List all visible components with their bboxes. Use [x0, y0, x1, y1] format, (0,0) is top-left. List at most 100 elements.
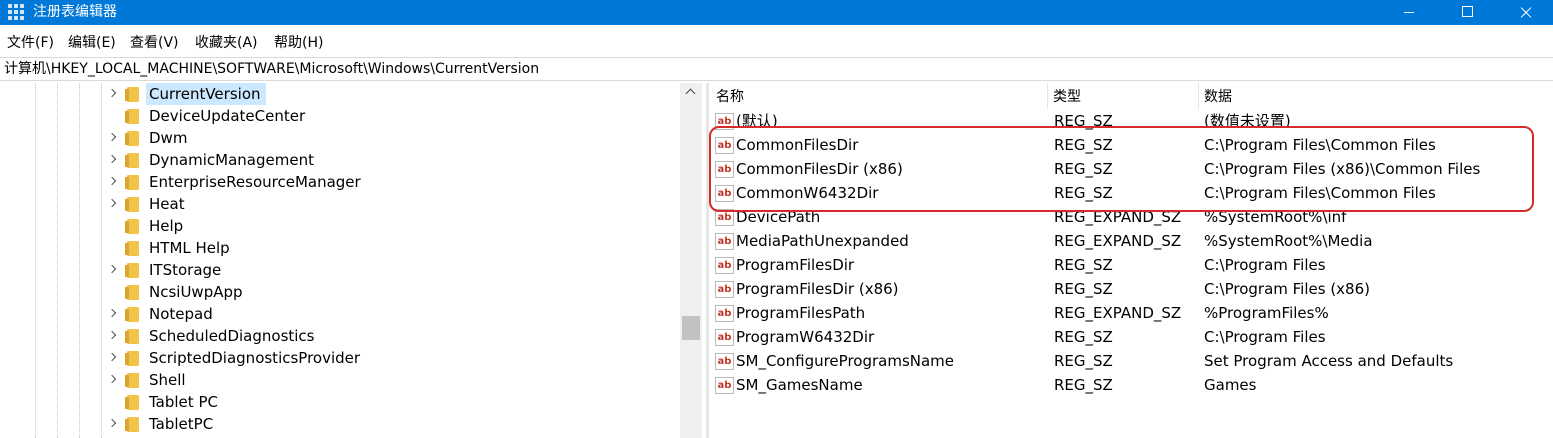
tree-item[interactable]: ITStorage: [105, 259, 675, 281]
value-data: %ProgramFiles%: [1204, 304, 1329, 322]
value-name: ProgramFilesDir (x86): [736, 280, 899, 298]
window-title: 注册表编辑器: [33, 4, 117, 20]
column-separator[interactable]: [1047, 83, 1048, 109]
menu-view[interactable]: 查看(V): [130, 34, 179, 52]
key-tree[interactable]: CurrentVersion DeviceUpdateCenter Dwm Dy…: [0, 83, 702, 438]
chevron-right-icon[interactable]: [107, 374, 117, 384]
menu-bar: 文件(F) 编辑(E) 查看(V) 收藏夹(A) 帮助(H): [0, 31, 1553, 55]
menu-favorites[interactable]: 收藏夹(A): [195, 34, 258, 52]
tree-guide-line: [101, 83, 102, 438]
tree-item-label: DeviceUpdateCenter: [149, 107, 306, 125]
column-header-type[interactable]: 类型: [1053, 88, 1081, 106]
value-row[interactable]: ab SM_ConfigureProgramsName REG_SZ Set P…: [709, 349, 1553, 373]
folder-icon: [125, 329, 143, 344]
column-header-data[interactable]: 数据: [1204, 88, 1232, 106]
chevron-right-icon[interactable]: [107, 330, 117, 340]
value-type: REG_SZ: [1054, 280, 1113, 298]
value-row[interactable]: ab ProgramW6432Dir REG_SZ C:\Program Fil…: [709, 325, 1553, 349]
value-name: SM_GamesName: [736, 376, 863, 394]
tree-item[interactable]: Heat: [105, 193, 675, 215]
tree-item[interactable]: ScriptedDiagnosticsProvider: [105, 347, 675, 369]
chevron-right-icon[interactable]: [107, 418, 117, 428]
tree-item[interactable]: EnterpriseResourceManager: [105, 171, 675, 193]
tree-item-label: Heat: [149, 195, 185, 213]
menu-help[interactable]: 帮助(H): [274, 34, 323, 52]
scroll-up-arrow-icon[interactable]: [685, 88, 696, 99]
tree-item-label: Help: [149, 217, 184, 235]
scroll-thumb[interactable]: [682, 316, 700, 340]
close-button[interactable]: [1502, 0, 1548, 25]
annotation-highlight-box: [709, 126, 1534, 212]
tree-item-label: HTML Help: [149, 239, 230, 257]
value-type: REG_SZ: [1054, 328, 1113, 346]
tree-item[interactable]: CurrentVersion: [105, 83, 675, 105]
string-value-icon: ab: [715, 329, 734, 346]
tree-item[interactable]: NcsiUwpApp: [105, 281, 675, 303]
chevron-right-icon[interactable]: [107, 264, 117, 274]
value-type: REG_SZ: [1054, 376, 1113, 394]
value-name: ProgramFilesDir: [736, 256, 855, 274]
tree-item[interactable]: Notepad: [105, 303, 675, 325]
tree-scrollbar[interactable]: [680, 83, 702, 438]
value-name: ProgramFilesPath: [736, 304, 866, 322]
menu-edit[interactable]: 编辑(E): [68, 34, 116, 52]
value-data: Set Program Access and Defaults: [1204, 352, 1454, 370]
column-header-name[interactable]: 名称: [716, 88, 744, 106]
folder-icon: [125, 197, 143, 212]
value-type: REG_SZ: [1054, 352, 1113, 370]
tree-item[interactable]: Shell: [105, 369, 675, 391]
string-value-icon: ab: [715, 233, 734, 250]
tree-item[interactable]: HTML Help: [105, 237, 675, 259]
tree-item-label: Dwm: [149, 129, 188, 147]
tree-guide-line: [57, 83, 58, 438]
tree-item[interactable]: Tablet PC: [105, 391, 675, 413]
title-bar[interactable]: 注册表编辑器: [0, 0, 1553, 25]
folder-icon: [125, 131, 143, 146]
value-name: SM_ConfigureProgramsName: [736, 352, 955, 370]
chevron-right-icon[interactable]: [107, 308, 117, 318]
tree-item-label: TabletPC: [149, 415, 214, 433]
maximize-button[interactable]: [1444, 0, 1490, 25]
address-bar[interactable]: 计算机\HKEY_LOCAL_MACHINE\SOFTWARE\Microsof…: [0, 57, 1553, 81]
tree-item-label: CurrentVersion: [149, 85, 261, 103]
chevron-right-icon[interactable]: [107, 352, 117, 362]
tree-item[interactable]: DynamicManagement: [105, 149, 675, 171]
folder-icon: [125, 219, 143, 234]
folder-icon: [125, 87, 143, 102]
value-row[interactable]: ab MediaPathUnexpanded REG_EXPAND_SZ %Sy…: [709, 229, 1553, 253]
folder-icon: [125, 263, 143, 278]
minimize-button[interactable]: [1386, 0, 1432, 25]
tree-item-label: NcsiUwpApp: [149, 283, 243, 301]
folder-icon: [125, 351, 143, 366]
folder-icon: [125, 307, 143, 322]
tree-item[interactable]: DeviceUpdateCenter: [105, 105, 675, 127]
value-row[interactable]: ab ProgramFilesDir (x86) REG_SZ C:\Progr…: [709, 277, 1553, 301]
regedit-app-icon: [8, 4, 24, 20]
tree-item[interactable]: ScheduledDiagnostics: [105, 325, 675, 347]
folder-icon: [125, 373, 143, 388]
value-row[interactable]: ab SM_GamesName REG_SZ Games: [709, 373, 1553, 397]
value-name: MediaPathUnexpanded: [736, 232, 909, 250]
address-path[interactable]: 计算机\HKEY_LOCAL_MACHINE\SOFTWARE\Microsof…: [4, 60, 539, 78]
string-value-icon: ab: [715, 377, 734, 394]
tree-item-label: ScriptedDiagnosticsProvider: [149, 349, 361, 367]
value-row[interactable]: ab ProgramFilesPath REG_EXPAND_SZ %Progr…: [709, 301, 1553, 325]
folder-icon: [125, 175, 143, 190]
tree-item[interactable]: TabletPC: [105, 413, 675, 435]
column-separator[interactable]: [1198, 83, 1199, 109]
chevron-right-icon[interactable]: [107, 88, 117, 98]
tree-item[interactable]: Dwm: [105, 127, 675, 149]
string-value-icon: ab: [715, 353, 734, 370]
value-data: C:\Program Files: [1204, 328, 1326, 346]
tree-item[interactable]: Help: [105, 215, 675, 237]
chevron-right-icon[interactable]: [107, 154, 117, 164]
chevron-right-icon[interactable]: [107, 198, 117, 208]
value-row[interactable]: ab ProgramFilesDir REG_SZ C:\Program Fil…: [709, 253, 1553, 277]
chevron-right-icon[interactable]: [107, 132, 117, 142]
tree-item-label: ScheduledDiagnostics: [149, 327, 315, 345]
folder-icon: [125, 285, 143, 300]
chevron-right-icon[interactable]: [107, 176, 117, 186]
value-type: REG_SZ: [1054, 256, 1113, 274]
tree-guide-line: [79, 83, 80, 438]
menu-file[interactable]: 文件(F): [7, 34, 54, 52]
